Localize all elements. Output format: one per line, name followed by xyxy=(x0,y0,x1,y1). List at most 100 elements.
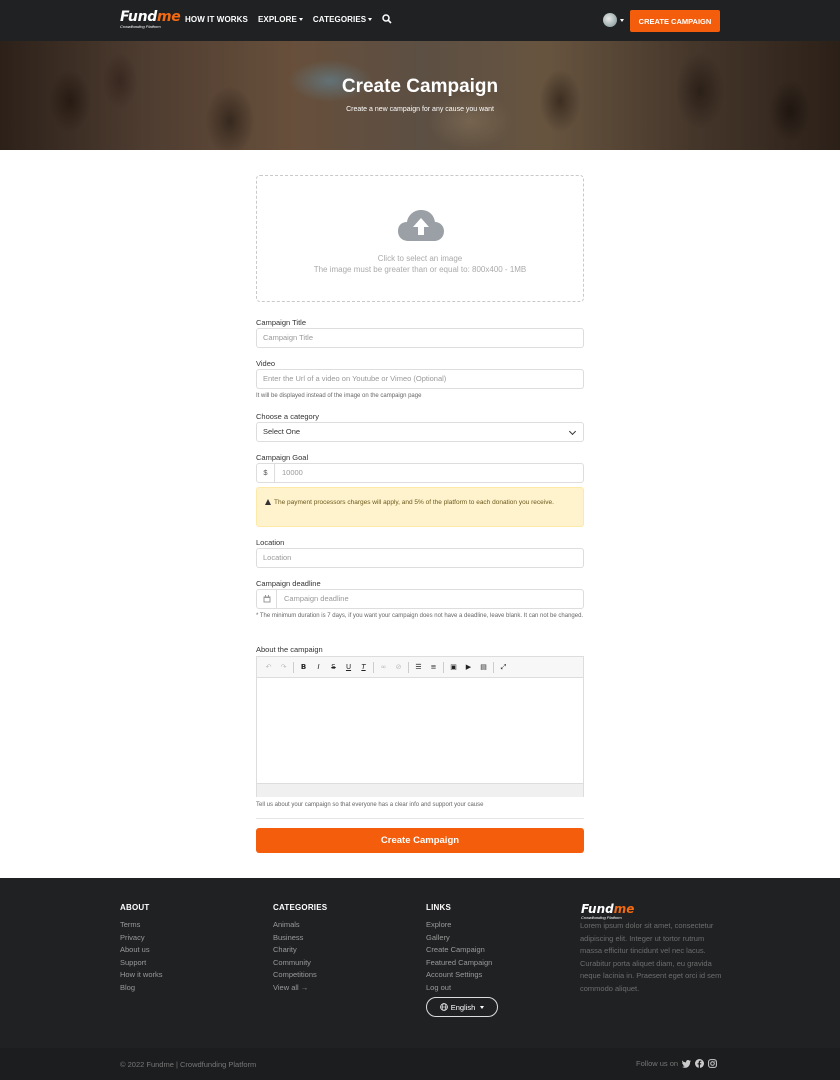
deadline-input[interactable]: Campaign deadline xyxy=(284,590,349,608)
redo-icon[interactable]: ↷ xyxy=(278,662,289,673)
site-footer: ABOUT Terms Privacy About us Support How… xyxy=(0,878,840,1080)
underline-icon[interactable]: U xyxy=(343,662,354,673)
image-upload-dropzone[interactable]: Click to select an image The image must … xyxy=(256,175,584,302)
create-campaign-submit-button[interactable]: Create Campaign xyxy=(256,828,584,853)
unlink-icon[interactable]: ⊘ xyxy=(393,662,404,673)
chevron-down-icon xyxy=(568,427,577,436)
editor-content-area[interactable] xyxy=(257,678,583,783)
video-label: Video xyxy=(256,359,276,368)
bullet-list-icon[interactable]: ☰ xyxy=(413,662,424,673)
cloud-upload-icon xyxy=(398,210,444,241)
footer-link-competitions[interactable]: Competitions xyxy=(273,969,327,982)
toolbar-separator xyxy=(408,661,409,673)
upload-instruction: Click to select an image xyxy=(377,254,463,263)
warning-icon xyxy=(265,499,271,505)
video-help-text: It will be displayed instead of the imag… xyxy=(256,393,422,399)
footer-link-support[interactable]: Support xyxy=(120,957,163,970)
footer-link-how-it-works[interactable]: How it works xyxy=(120,969,163,982)
create-campaign-nav-button[interactable]: CREATE CAMPAIGN xyxy=(630,10,720,32)
footer-heading-links: LINKS xyxy=(426,903,451,912)
footer-link-business[interactable]: Business xyxy=(273,932,327,945)
footer-link-animals[interactable]: Animals xyxy=(273,919,327,932)
top-navbar: Fundme Crowdfunding Platform HOW IT WORK… xyxy=(0,0,840,41)
footer-about-column: ABOUT Terms Privacy About us Support How… xyxy=(120,903,163,995)
follow-us-label: Follow us on xyxy=(636,1059,679,1068)
clear-format-icon[interactable]: T xyxy=(358,662,369,673)
footer-description: Lorem ipsum dolor sit amet, consectetur … xyxy=(580,921,722,993)
calendar-icon xyxy=(257,589,277,609)
location-label: Location xyxy=(256,538,285,547)
bold-icon[interactable]: B xyxy=(298,662,309,673)
rich-text-editor: ↶ ↷ B I S U T ∞ ⊘ ☰ ≡ ▣ ▶ ▤ ⤢ xyxy=(256,656,584,797)
footer-link-view-all[interactable]: View all → xyxy=(273,982,327,995)
nav-links: HOW IT WORKS EXPLORE CATEGORIES xyxy=(185,14,392,24)
toolbar-separator xyxy=(293,661,294,673)
footer-logo[interactable]: Fundme Crowdfunding Platform xyxy=(581,903,634,920)
deadline-help-text: * The minimum duration is 7 days, if you… xyxy=(256,613,584,619)
footer-heading-about: ABOUT xyxy=(120,903,150,912)
facebook-icon[interactable] xyxy=(695,1059,705,1068)
category-select[interactable]: Select One xyxy=(256,422,584,442)
deadline-group: Campaign deadline xyxy=(256,589,584,609)
about-label: About the campaign xyxy=(256,645,323,654)
campaign-goal-label: Campaign Goal xyxy=(256,453,309,462)
fee-warning-alert: The payment processors charges will appl… xyxy=(256,487,584,527)
logo-text-me: me xyxy=(156,9,181,25)
chevron-down-icon xyxy=(620,18,624,22)
instagram-icon[interactable] xyxy=(708,1059,718,1068)
location-input[interactable]: Location xyxy=(256,548,584,568)
link-icon[interactable]: ∞ xyxy=(378,662,389,673)
footer-language-select[interactable]: English xyxy=(426,997,498,1017)
nav-explore-label: EXPLORE xyxy=(257,14,297,24)
video-url-input[interactable]: Enter the Url of a video on Youtube or V… xyxy=(256,369,584,389)
footer-link-featured-campaign[interactable]: Featured Campaign xyxy=(426,957,492,970)
footer-link-gallery[interactable]: Gallery xyxy=(426,932,492,945)
campaign-title-label: Campaign Title xyxy=(256,318,307,327)
footer-link-community[interactable]: Community xyxy=(273,957,327,970)
globe-icon xyxy=(603,13,617,27)
image-icon[interactable]: ▣ xyxy=(448,662,459,673)
fullscreen-icon[interactable]: ⤢ xyxy=(498,662,509,673)
form-divider xyxy=(256,818,584,819)
category-select-value: Select One xyxy=(263,427,301,436)
footer-link-privacy[interactable]: Privacy xyxy=(120,932,163,945)
footer-links-column: LINKS Explore Gallery Create Campaign Fe… xyxy=(426,903,492,995)
campaign-title-input[interactable]: Campaign Title xyxy=(256,328,584,348)
footer-heading-categories: CATEGORIES xyxy=(273,903,328,912)
search-icon[interactable] xyxy=(382,14,392,24)
footer-language-label: English xyxy=(450,1002,476,1012)
brand-logo[interactable]: Fundme Crowdfunding Platform xyxy=(120,9,181,29)
undo-icon[interactable]: ↶ xyxy=(263,662,274,673)
footer-link-about-us[interactable]: About us xyxy=(120,944,163,957)
nav-how-it-works[interactable]: HOW IT WORKS xyxy=(185,15,248,24)
page-subtitle: Create a new campaign for any cause you … xyxy=(346,106,494,113)
campaign-goal-input[interactable]: 10000 xyxy=(282,464,303,482)
footer-link-explore[interactable]: Explore xyxy=(426,919,492,932)
nav-categories[interactable]: CATEGORIES xyxy=(313,15,373,24)
twitter-icon[interactable] xyxy=(682,1059,692,1068)
footer-link-create-campaign[interactable]: Create Campaign xyxy=(426,944,492,957)
language-switcher[interactable] xyxy=(603,13,624,27)
chevron-down-icon xyxy=(480,1005,485,1009)
embed-icon[interactable]: ▤ xyxy=(478,662,489,673)
footer-logo-text-fund: Fund xyxy=(581,902,614,916)
footer-link-terms[interactable]: Terms xyxy=(120,919,163,932)
footer-categories-column: CATEGORIES Animals Business Charity Comm… xyxy=(273,903,327,995)
toolbar-separator xyxy=(373,661,374,673)
category-label: Choose a category xyxy=(256,412,319,421)
social-links: Follow us on xyxy=(636,1059,718,1068)
numbered-list-icon[interactable]: ≡ xyxy=(428,662,439,673)
footer-link-account-settings[interactable]: Account Settings xyxy=(426,969,492,982)
nav-explore[interactable]: EXPLORE xyxy=(258,15,303,24)
logo-text-fund: Fund xyxy=(120,9,157,25)
footer-link-charity[interactable]: Charity xyxy=(273,944,327,957)
campaign-goal-group: $ 10000 xyxy=(256,463,584,483)
footer-link-blog[interactable]: Blog xyxy=(120,982,163,995)
italic-icon[interactable]: I xyxy=(313,662,324,673)
video-icon[interactable]: ▶ xyxy=(463,662,474,673)
currency-addon: $ xyxy=(257,463,275,483)
footer-link-log-out[interactable]: Log out xyxy=(426,982,492,995)
chevron-down-icon xyxy=(368,17,373,21)
strikethrough-icon[interactable]: S xyxy=(328,662,339,673)
page-title: Create Campaign xyxy=(341,76,499,97)
